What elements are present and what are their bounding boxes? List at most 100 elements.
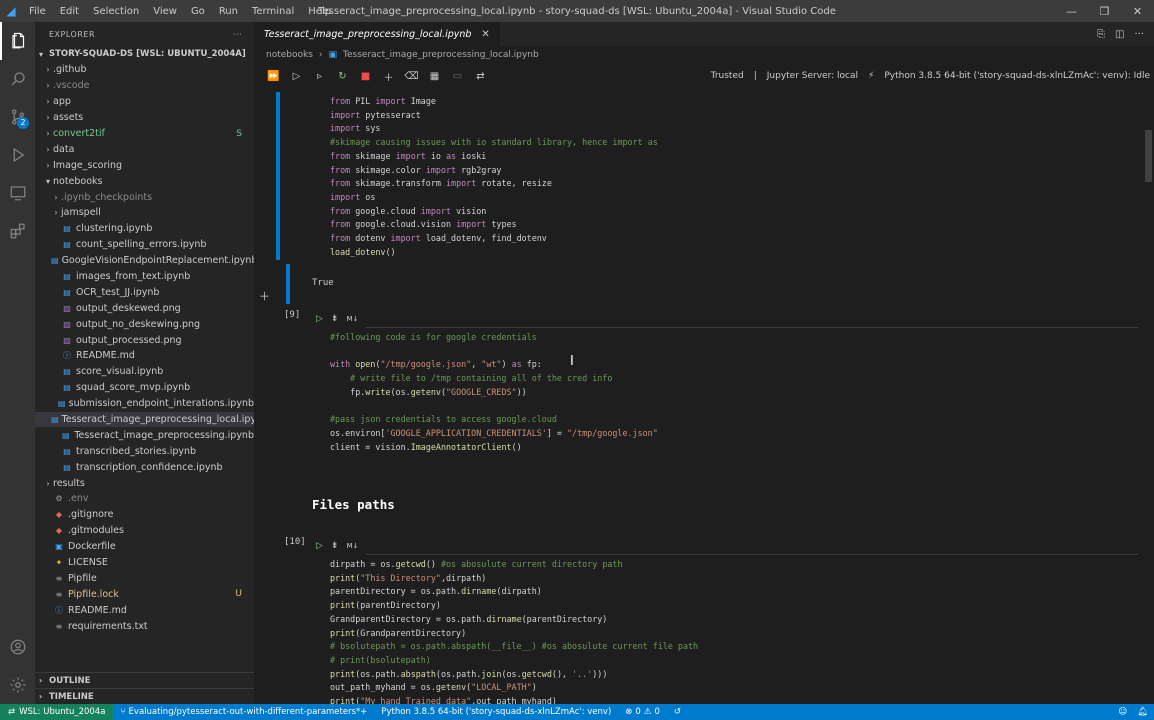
tree-file[interactable]: ▤ GoogleVisionEndpointReplacement.ipynb — [35, 253, 257, 269]
run-cell-icon[interactable]: ▷ — [316, 314, 323, 324]
problems-status[interactable]: ⊗ 0 ⚠ 0 — [618, 707, 667, 717]
tree-file[interactable]: ▤ OCR_test_JJ.ipynb — [35, 284, 254, 300]
tree-file[interactable]: ≡ requirements.txt — [35, 618, 254, 634]
run-all-above-icon[interactable]: ▷ — [285, 71, 308, 82]
menu-file[interactable]: File — [22, 6, 53, 17]
tree-file[interactable]: ≡ Pipfile — [35, 571, 254, 587]
manage-gear-icon[interactable] — [0, 666, 35, 704]
split-editor-icon[interactable]: ◫ — [1115, 29, 1124, 40]
tree-folder[interactable]: ▾ notebooks — [35, 173, 254, 189]
tree-file[interactable]: ▨ output_no_deskewing.png — [35, 316, 254, 332]
tree-file[interactable]: ▤ submission_endpoint_interations.ipynb — [35, 396, 254, 412]
tree-file[interactable]: ⓘ README.md — [35, 348, 254, 364]
save-icon[interactable]: ▭ — [446, 71, 469, 82]
tree-file[interactable]: ⓘ README.md — [35, 602, 254, 618]
export-icon[interactable]: ⇄ — [469, 71, 492, 82]
notifications-icon[interactable]: 🔔︎ — [1137, 707, 1148, 717]
run-below-icon[interactable]: ▹ — [308, 71, 331, 82]
tree-folder[interactable]: › convert2tif S — [35, 126, 254, 142]
tree-file[interactable]: ▤ Tesseract_image_preprocessing_local.ipy… — [35, 411, 268, 428]
task-status[interactable]: ⑂ Evaluating/pytesseract-out-with-differ… — [113, 707, 374, 717]
workspace-title: STORY-SQUAD-DS [WSL: UBUNTU_2004A] — [49, 49, 246, 59]
run-debug-icon[interactable] — [0, 136, 35, 174]
code-cell-credentials[interactable]: #following code is for google credential… — [330, 331, 658, 454]
interpreter-status[interactable]: Python 3.8.5 64-bit ('story-squad-ds-xln… — [374, 707, 618, 717]
tree-file[interactable]: ◆ .gitignore — [35, 507, 254, 523]
add-cell-icon[interactable]: ＋ — [377, 69, 400, 84]
tree-folder[interactable]: › app — [35, 94, 254, 110]
markdown-heading[interactable]: Files paths — [312, 497, 395, 512]
code-cell-paths[interactable]: dirpath = os.getcwd() #os abosulute curr… — [330, 558, 698, 704]
tree-file[interactable]: ▣ Dockerfile — [35, 539, 254, 555]
tree-file[interactable]: ▤ images_from_text.ipynb — [35, 269, 254, 285]
code-cell-imports[interactable]: from PIL import Image import pytesseract… — [330, 95, 658, 259]
jupyter-server-label[interactable]: Jupyter Server: local — [767, 71, 858, 81]
clear-outputs-icon[interactable]: ⌫ — [400, 71, 423, 82]
menu-run[interactable]: Run — [212, 6, 245, 17]
history-icon[interactable]: ↺ — [667, 707, 688, 717]
tree-file[interactable]: ▨ output_deskewed.png — [35, 300, 254, 316]
breadcrumb-file[interactable]: Tesseract_image_preprocessing_local.ipyn… — [343, 50, 539, 60]
tree-folder[interactable]: › data — [35, 141, 254, 157]
close-icon[interactable]: ✕ — [481, 29, 489, 40]
menu-go[interactable]: Go — [184, 6, 212, 17]
timeline-section[interactable]: › TIMELINE — [35, 688, 254, 704]
trusted-label[interactable]: Trusted — [711, 71, 744, 81]
add-cell-plus-icon[interactable]: ＋ — [259, 288, 270, 304]
tree-folder[interactable]: › jamspell — [35, 205, 254, 221]
markdown-toggle-icon[interactable]: M↓ — [346, 315, 358, 323]
extensions-icon[interactable] — [0, 212, 35, 250]
tree-folder[interactable]: › .github — [35, 62, 254, 78]
tree-file[interactable]: ▤ transcription_confidence.ipynb — [35, 459, 254, 475]
menu-terminal[interactable]: Terminal — [245, 6, 301, 17]
menu-selection[interactable]: Selection — [86, 6, 146, 17]
restart-kernel-icon[interactable]: ↻ — [331, 71, 354, 82]
tree-file[interactable]: ▤ squad_score_mvp.ipynb — [35, 380, 254, 396]
more-actions-icon[interactable]: ··· — [1134, 29, 1144, 40]
breadcrumb-folder[interactable]: notebooks — [266, 50, 313, 60]
remote-indicator[interactable]: ⇄ WSL: Ubuntu_2004a — [0, 704, 114, 720]
tree-folder[interactable]: › results — [35, 475, 254, 491]
tree-file[interactable]: ⚙ .env — [35, 491, 254, 507]
open-changes-icon[interactable]: ⎘ — [1097, 29, 1105, 40]
tree-file[interactable]: ≡ Pipfile.lock U — [35, 586, 254, 602]
tree-file[interactable]: ▤ Tesseract_image_preprocessing.ipynb — [35, 427, 254, 443]
tree-file[interactable]: ▤ clustering.ipynb — [35, 221, 254, 237]
workspace-section[interactable]: ▾ STORY-SQUAD-DS [WSL: UBUNTU_2004A] — [35, 46, 254, 62]
run-below-icon[interactable]: ⇟ — [331, 314, 339, 324]
explorer-icon[interactable] — [0, 22, 35, 60]
tree-file[interactable]: ◆ .gitmodules — [35, 523, 254, 539]
tree-file[interactable]: ✦ LICENSE — [35, 555, 254, 571]
tree-folder[interactable]: › .vscode — [35, 78, 254, 94]
remote-explorer-icon[interactable] — [0, 174, 35, 212]
tree-file[interactable]: ▤ transcribed_stories.ipynb — [35, 443, 254, 459]
search-icon[interactable] — [0, 60, 35, 98]
menu-edit[interactable]: Edit — [53, 6, 86, 17]
tree-folder[interactable]: › .ipynb_checkpoints — [35, 189, 254, 205]
vertical-scrollbar[interactable] — [1144, 92, 1154, 704]
run-cell-icon[interactable]: ▷ — [316, 541, 323, 551]
variables-icon[interactable]: ▦ — [423, 71, 446, 82]
menu-help[interactable]: Help — [301, 6, 338, 17]
source-control-icon[interactable]: 2 — [0, 98, 35, 136]
tree-folder[interactable]: › Image_scoring — [35, 157, 254, 173]
markdown-toggle-icon[interactable]: M↓ — [346, 542, 358, 550]
tree-file[interactable]: ▨ output_processed.png — [35, 332, 254, 348]
tree-folder[interactable]: › assets — [35, 110, 254, 126]
tree-file[interactable]: ▤ score_visual.ipynb — [35, 364, 254, 380]
restore-icon[interactable]: ❐ — [1088, 0, 1121, 22]
interrupt-kernel-icon[interactable]: ■ — [354, 71, 377, 82]
kernel-label[interactable]: Python 3.8.5 64-bit ('story-squad-ds-xln… — [884, 71, 1150, 81]
minimize-icon[interactable]: — — [1055, 0, 1088, 22]
scrollbar-thumb[interactable] — [1145, 130, 1152, 182]
run-all-icon[interactable]: ⏩ — [262, 71, 285, 82]
feedback-icon[interactable]: ☺ — [1118, 707, 1127, 717]
menu-view[interactable]: View — [146, 6, 184, 17]
account-icon[interactable] — [0, 628, 35, 666]
run-below-icon[interactable]: ⇟ — [331, 541, 339, 551]
outline-section[interactable]: › OUTLINE — [35, 672, 254, 688]
tab-notebook[interactable]: Tesseract_image_preprocessing_local.ipyn… — [254, 22, 500, 46]
more-actions-icon[interactable]: ··· — [233, 30, 242, 39]
tree-file[interactable]: ▤ count_spelling_errors.ipynb — [35, 237, 254, 253]
close-window-icon[interactable]: ✕ — [1121, 0, 1154, 22]
